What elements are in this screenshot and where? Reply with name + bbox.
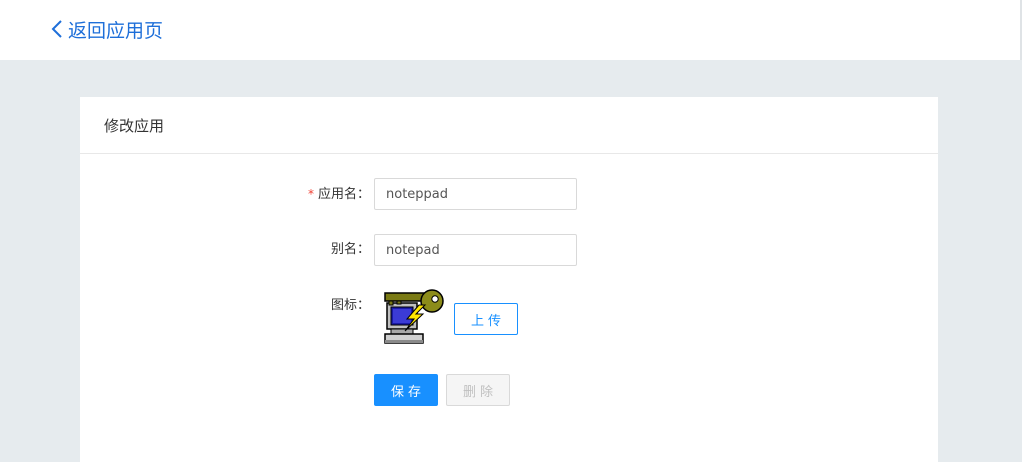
save-button[interactable]: 保存 [374,374,438,406]
alias-input[interactable] [374,234,577,266]
edit-app-card: 修改应用 *应用名： 别名： 图标： [80,97,938,462]
app-name-input[interactable] [374,178,577,210]
main-area: 修改应用 *应用名： 别名： 图标： [0,60,1020,462]
top-bar: 返回应用页 [0,0,1022,60]
delete-button[interactable]: 删除 [446,374,510,406]
alias-label: 别名： [330,242,370,257]
app-name-label: * 应用名： [308,178,370,210]
icon-label: 图标： [330,298,370,313]
alias-row: 别名： [80,234,938,266]
card-title: 修改应用 [80,97,938,154]
key-computer-icon [384,289,444,344]
back-to-apps-link[interactable]: 返回应用页 [50,15,163,43]
back-link-label: 返回应用页 [68,19,164,42]
upload-button[interactable]: 上传 [454,303,518,335]
app-name-row: * 应用名： [80,178,938,210]
required-mark: * [307,187,314,201]
app-name-label-text: 应用名： [317,187,370,202]
chevron-left-icon [51,20,62,38]
